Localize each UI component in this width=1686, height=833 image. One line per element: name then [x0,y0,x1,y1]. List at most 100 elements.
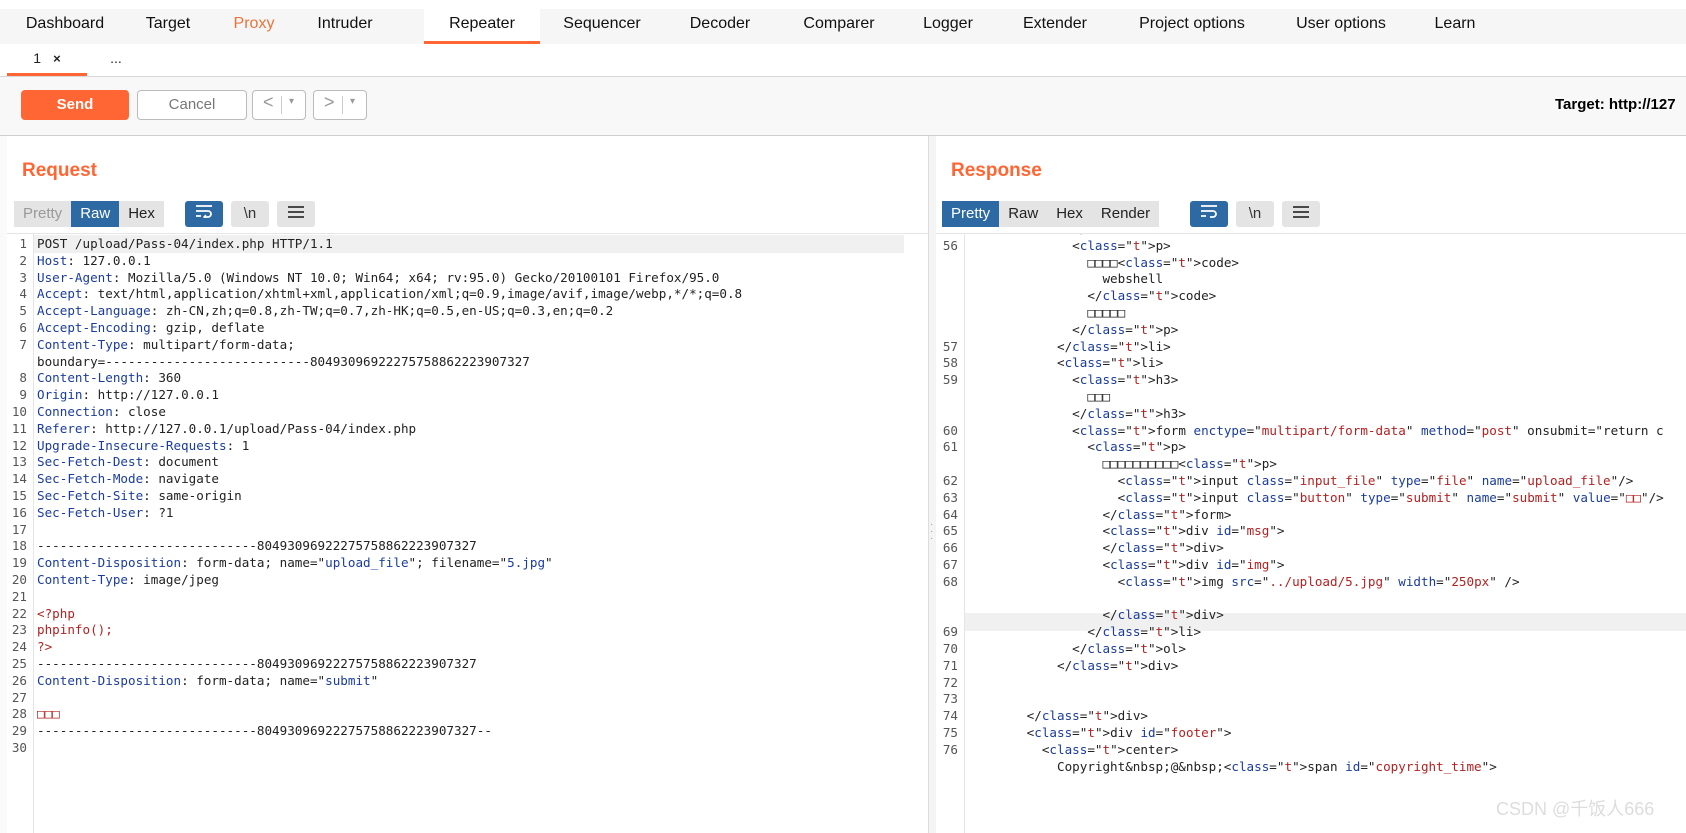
request-line: Upgrade-Insecure-Requests: 1 [37,437,250,453]
response-line: <class="t">p> [966,439,1186,455]
menu-icon[interactable] [277,201,315,227]
line-number: 60 [942,422,958,438]
line-number: 24 [11,639,27,655]
response-title: Response [951,160,1042,181]
watermark: CSDN @千饭人666 [1496,799,1655,819]
request-line: Connection: close [37,404,166,419]
request-line: Sec-Fetch-User: ?1 [37,504,174,520]
response-line: <class="t">p> [966,237,1171,253]
response-line: </class="t">div> [966,657,1179,673]
send-button[interactable]: Send [21,90,129,120]
wrap-icon[interactable] [185,201,223,227]
request-line: -----------------------------80493096922… [37,538,477,554]
dropdown-arrow-icon[interactable]: ▾ [350,96,355,107]
response-line: □□□□<class="t">code> [966,254,1239,270]
response-line: </class="t">ol> [966,641,1186,656]
line-number: 75 [942,725,958,740]
tab-learn[interactable]: Learn [1425,9,1485,42]
line-number: 62 [942,473,958,488]
newline-icon[interactable]: \n [1236,201,1274,227]
tab-target[interactable]: Target [132,9,204,42]
request-tab-hex[interactable]: Hex [119,201,164,227]
line-number: 72 [942,674,958,690]
tab-intruder[interactable]: Intruder [305,9,385,42]
response-tab-raw[interactable]: Raw [999,201,1048,227]
request-line: Sec-Fetch-Site: same-origin [37,488,242,503]
new-tab-button[interactable]: ... [88,44,144,73]
request-line: Referer: http://127.0.0.1/upload/Pass-04… [37,420,417,436]
repeater-tab-1[interactable]: 1 × [7,44,87,76]
chevron-right-icon: > [324,92,335,112]
line-number: 65 [942,523,958,539]
dropdown-arrow-icon[interactable]: ▾ [289,96,294,107]
tab-project-options[interactable]: Project options [1128,9,1256,42]
wrap-icon[interactable] [1190,201,1228,227]
request-line: Sec-Fetch-Dest: document [37,454,219,470]
request-tab-pretty[interactable]: Pretty [14,201,72,227]
response-line: <class="t">img src="../upload/5.jpg" wid… [966,573,1520,589]
line-number: 28 [11,706,27,722]
splitter-grip-icon: · · · [930,519,934,544]
response-line: □□□□□□□□□□<class="t">p> [966,456,1277,472]
request-line: ?> [37,639,53,655]
target-label[interactable]: Target: http://127 [1555,96,1676,113]
response-tab-pretty[interactable]: Pretty [942,201,1000,227]
repeater-toolbar: Send Cancel < ▾ > ▾ Target: http://127 [0,77,1686,136]
menu-icon[interactable] [1282,201,1320,227]
request-line: phpinfo(); [37,622,113,638]
tab-decoder[interactable]: Decoder [678,9,762,42]
tab-logger[interactable]: Logger [913,9,983,42]
pane-splitter[interactable]: · · · [929,136,936,833]
request-title: Request [22,160,97,181]
line-number: 14 [11,471,27,487]
line-number: 17 [11,521,27,537]
response-line: <class="t">center> [966,741,1179,757]
response-line: <class="t">div id="msg"> [966,523,1285,539]
line-number: 1 [19,236,27,251]
line-number: 6 [19,320,27,335]
line-number: 12 [11,437,27,453]
line-number: 74 [942,708,958,724]
line-number [936,758,958,776]
newline-icon[interactable]: \n [231,201,269,227]
tab-repeater[interactable]: Repeater [424,9,540,44]
response-editor[interactable]: </class="t">h3> 56 <class="t">p> □□□□<cla… [936,233,1686,833]
tab-user-options[interactable]: User options [1285,9,1397,42]
line-number [7,353,27,371]
line-number: 8 [19,370,27,386]
line-number: 56 [942,237,958,253]
tab-extender[interactable]: Extender [1013,9,1097,42]
line-number: 27 [11,689,27,705]
response-line: <class="t">input class="button" type="su… [966,489,1664,505]
line-number: 70 [942,641,958,656]
tab-proxy[interactable]: Proxy [223,9,285,42]
response-pane: Response Pretty Raw Hex Render \n </clas… [936,136,1686,833]
response-tab-hex[interactable]: Hex [1047,201,1092,227]
request-line: <?php [37,605,75,621]
line-number: 9 [19,387,27,403]
chevron-left-icon: < [263,92,274,112]
line-number: 16 [11,504,27,520]
response-line: <class="t">h3> [966,372,1179,388]
tab-comparer[interactable]: Comparer [793,9,885,42]
request-tab-raw[interactable]: Raw [71,201,120,227]
repeater-tab-bar: 1 × ... [0,44,1686,77]
previous-request-button[interactable]: < ▾ [252,90,306,120]
response-line: □□□□□ [966,305,1126,320]
tab-sequencer[interactable]: Sequencer [553,9,651,42]
cancel-button[interactable]: Cancel [137,90,247,120]
line-number: 11 [11,420,27,436]
request-line: Content-Disposition: form-data; name="su… [37,672,379,688]
response-line: </class="t">li> [966,624,1202,640]
line-number: 64 [942,506,958,522]
response-line: </class="t">div> [966,540,1224,556]
response-tab-render[interactable]: Render [1091,201,1160,227]
request-editor[interactable]: 1 POST /upload/Pass-04/index.php HTTP/1.1… [7,233,928,833]
tab-dashboard[interactable]: Dashboard [17,9,113,42]
next-request-button[interactable]: > ▾ [313,90,367,120]
response-line: </class="t">h3> [966,405,1186,421]
request-line: -----------------------------80493096922… [37,656,477,671]
line-number: 15 [11,488,27,503]
request-line: -----------------------------80493096922… [37,723,492,739]
close-icon[interactable]: × [53,51,61,66]
